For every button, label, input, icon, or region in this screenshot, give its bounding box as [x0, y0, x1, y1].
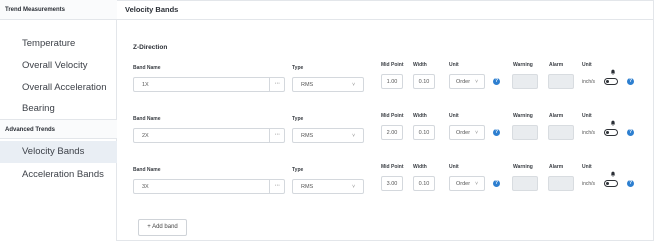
warning-label: Warning — [513, 62, 533, 68]
band-name-label: Band Name — [133, 116, 161, 122]
info-icon[interactable]: ? — [627, 78, 634, 85]
toggle-knob — [606, 182, 609, 185]
unit-value: Order — [456, 129, 471, 136]
alert-unit-label: Unit — [582, 164, 592, 170]
alert-unit-value: inch/s — [582, 130, 596, 136]
band-name-label: Band Name — [133, 167, 161, 173]
alert-unit-label: Unit — [582, 113, 592, 119]
type-label: Type — [292, 65, 304, 71]
type-value: RMS — [301, 183, 314, 190]
info-icon[interactable]: ? — [493, 129, 500, 136]
sidebar-item-overall-acceleration[interactable]: Overall Acceleration — [0, 77, 117, 98]
band-name-input[interactable]: 3X ··· — [133, 179, 285, 194]
sidebar-item-velocity-bands[interactable]: Velocity Bands — [0, 141, 117, 163]
mid-point-value: 3.00 — [386, 180, 398, 187]
unit-value: Order — [456, 78, 471, 85]
type-value: RMS — [301, 81, 314, 88]
band-name-label: Band Name — [133, 65, 161, 71]
add-band-button[interactable]: + Add band — [138, 219, 187, 236]
bell-icon — [610, 113, 616, 126]
unit-label: Unit — [449, 113, 459, 119]
info-icon[interactable]: ? — [493, 180, 500, 187]
alarm-label: Alarm — [549, 164, 564, 170]
band-name-value: 2X — [142, 132, 149, 139]
sidebar-item-bearing[interactable]: Bearing — [0, 98, 117, 119]
alarm-toggle[interactable] — [604, 180, 618, 187]
warning-input[interactable] — [512, 74, 538, 89]
type-select[interactable]: RMS ˅ — [292, 77, 364, 92]
width-input[interactable]: 0.10 — [413, 74, 435, 89]
width-label: Width — [413, 164, 427, 170]
unit-select[interactable]: Order ˅ — [449, 176, 485, 191]
info-icon[interactable]: ? — [627, 129, 634, 136]
unit-select[interactable]: Order ˅ — [449, 74, 485, 89]
bell-icon — [610, 164, 616, 177]
type-label: Type — [292, 167, 304, 173]
chevron-down-icon: ˅ — [475, 180, 478, 187]
toggle-knob — [606, 80, 609, 83]
more-dots-icon[interactable]: ··· — [269, 129, 284, 142]
alarm-input[interactable] — [548, 125, 574, 140]
unit-label: Unit — [449, 164, 459, 170]
band-name-value: 1X — [142, 81, 149, 88]
page-title: Velocity Bands — [117, 0, 654, 20]
mid-point-label: Mid Point — [381, 113, 404, 119]
width-label: Width — [413, 62, 427, 68]
alert-unit-value: inch/s — [582, 181, 596, 187]
alarm-toggle[interactable] — [604, 129, 618, 136]
width-value: 0.10 — [418, 129, 430, 136]
type-label: Type — [292, 116, 304, 122]
width-input[interactable]: 0.10 — [413, 176, 435, 191]
sidebar-group-title-advanced-trends: Advanced Trends — [0, 119, 117, 139]
alarm-input[interactable] — [548, 176, 574, 191]
more-dots-icon[interactable]: ··· — [269, 180, 284, 193]
type-select[interactable]: RMS ˅ — [292, 179, 364, 194]
chevron-down-icon: ˅ — [352, 132, 355, 139]
type-value: RMS — [301, 132, 314, 139]
warning-input[interactable] — [512, 176, 538, 191]
band-name-input[interactable]: 2X ··· — [133, 128, 285, 143]
sidebar-item-overall-velocity[interactable]: Overall Velocity — [0, 55, 117, 76]
chevron-down-icon: ˅ — [475, 78, 478, 85]
alarm-toggle[interactable] — [604, 78, 618, 85]
mid-point-input[interactable]: 3.00 — [381, 176, 403, 191]
width-value: 0.10 — [418, 180, 430, 187]
alert-unit-value: inch/s — [582, 79, 596, 85]
section-title-z-direction: Z-Direction — [133, 44, 168, 51]
width-value: 0.10 — [418, 78, 430, 85]
type-select[interactable]: RMS ˅ — [292, 128, 364, 143]
warning-label: Warning — [513, 113, 533, 119]
alarm-label: Alarm — [549, 62, 564, 68]
info-icon[interactable]: ? — [493, 78, 500, 85]
warning-label: Warning — [513, 164, 533, 170]
chevron-down-icon: ˅ — [475, 129, 478, 136]
bell-icon — [610, 62, 616, 75]
chevron-down-icon: ˅ — [352, 183, 355, 190]
mid-point-value: 2.00 — [386, 129, 398, 136]
toggle-knob — [606, 131, 609, 134]
width-input[interactable]: 0.10 — [413, 125, 435, 140]
sidebar-item-temperature[interactable]: Temperature — [0, 33, 117, 54]
chevron-down-icon: ˅ — [352, 81, 355, 88]
band-name-input[interactable]: 1X ··· — [133, 77, 285, 92]
alarm-input[interactable] — [548, 74, 574, 89]
more-dots-icon[interactable]: ··· — [269, 78, 284, 91]
band-name-value: 3X — [142, 183, 149, 190]
info-icon[interactable]: ? — [627, 180, 634, 187]
sidebar-group-title-trend-measurements: Trend Measurements — [0, 0, 117, 20]
mid-point-input[interactable]: 2.00 — [381, 125, 403, 140]
alert-unit-label: Unit — [582, 62, 592, 68]
mid-point-label: Mid Point — [381, 62, 404, 68]
mid-point-value: 1.00 — [386, 78, 398, 85]
unit-value: Order — [456, 180, 471, 187]
mid-point-label: Mid Point — [381, 164, 404, 170]
unit-label: Unit — [449, 62, 459, 68]
sidebar: Trend Measurements Temperature Overall V… — [0, 0, 117, 241]
unit-select[interactable]: Order ˅ — [449, 125, 485, 140]
width-label: Width — [413, 113, 427, 119]
sidebar-item-acceleration-bands[interactable]: Acceleration Bands — [0, 164, 117, 185]
warning-input[interactable] — [512, 125, 538, 140]
mid-point-input[interactable]: 1.00 — [381, 74, 403, 89]
alarm-label: Alarm — [549, 113, 564, 119]
